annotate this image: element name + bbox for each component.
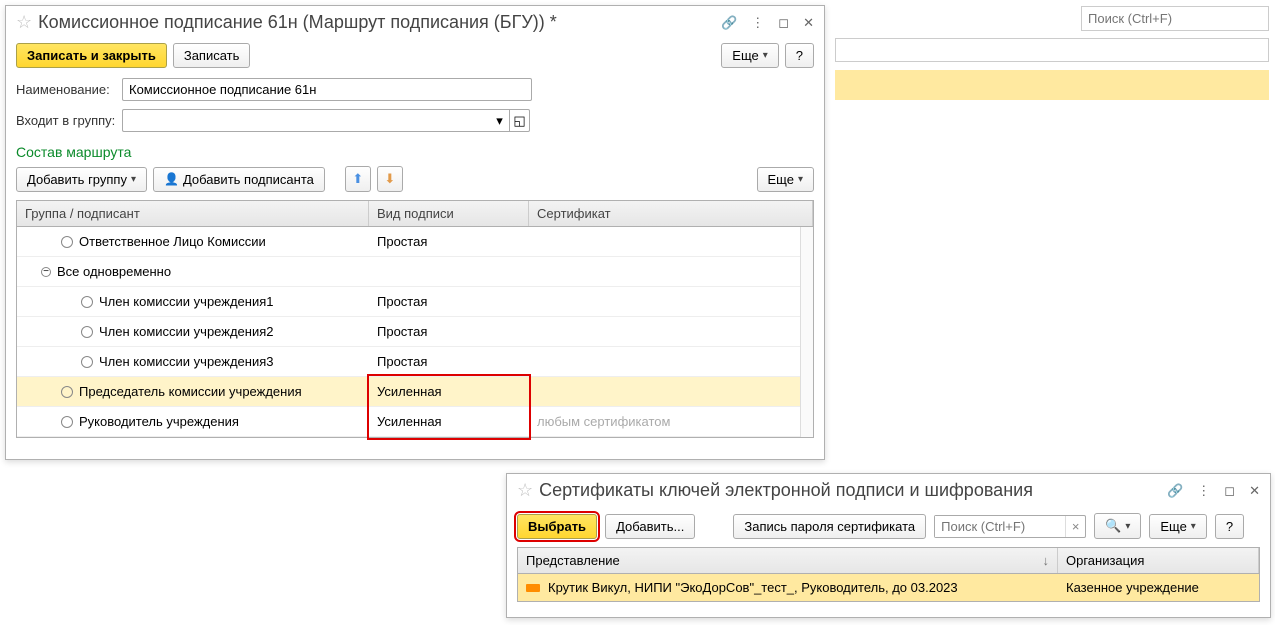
bg-toolbar	[835, 38, 1269, 62]
cert-help-button[interactable]: ?	[1215, 514, 1244, 539]
add-signer-label: Добавить подписанта	[183, 172, 314, 187]
grid-more-button[interactable]: Еще	[757, 167, 814, 192]
move-up-button[interactable]: ⬆	[345, 166, 371, 192]
close-icon[interactable]: ✕	[1249, 483, 1260, 499]
cert-header-org[interactable]: Организация	[1058, 548, 1259, 573]
more-button[interactable]: Еще	[721, 43, 778, 68]
table-row[interactable]: Ответственное Лицо Комиссии Простая	[17, 227, 813, 257]
window-title: Сертификаты ключей электронной подписи и…	[539, 480, 1167, 501]
route-section-title: Состав маршрута	[6, 136, 824, 162]
titlebar: ☆ Комиссионное подписание 61н (Маршрут п…	[6, 6, 824, 37]
link-icon[interactable]: 🔗	[721, 15, 737, 31]
signer-icon	[61, 416, 73, 428]
add-cert-button[interactable]: Добавить...	[605, 514, 695, 539]
save-and-close-button[interactable]: Записать и закрыть	[16, 43, 167, 68]
cert-header-repr-label: Представление	[526, 553, 620, 568]
name-input[interactable]	[122, 78, 532, 101]
maximize-icon[interactable]: ◻	[1224, 483, 1235, 499]
row-label: Член комиссии учреждения3	[99, 354, 273, 369]
group-combo[interactable]: ▾ ◱	[122, 109, 530, 132]
cert-text: любым сертификатом	[537, 414, 670, 429]
row-sign-type: Усиленная	[369, 414, 529, 429]
row-label: Член комиссии учреждения2	[99, 324, 273, 339]
grid-header-signer[interactable]: Группа / подписант	[17, 201, 369, 226]
group-label: Входит в группу:	[16, 113, 116, 128]
row-sign-type: Простая	[369, 294, 529, 309]
menu-icon[interactable]: ⋮	[1197, 483, 1210, 499]
route-signing-window: ☆ Комиссионное подписание 61н (Маршрут п…	[5, 5, 825, 460]
vertical-scrollbar[interactable]	[800, 227, 813, 437]
row-label: Все одновременно	[57, 264, 171, 279]
table-row[interactable]: Член комиссии учреждения1 Простая	[17, 287, 813, 317]
cert-row[interactable]: Крутик Викул, НИПИ "ЭкоДорСов"_тест_, Ру…	[517, 574, 1260, 602]
save-button[interactable]: Записать	[173, 43, 251, 68]
row-label: Руководитель учреждения	[79, 414, 239, 429]
maximize-icon[interactable]: ◻	[778, 15, 789, 31]
row-sign-type: Усиленная	[369, 384, 529, 399]
window-title: Комиссионное подписание 61н (Маршрут под…	[38, 12, 721, 33]
table-row[interactable]: −Все одновременно	[17, 257, 813, 287]
collapse-icon[interactable]: −	[41, 267, 51, 277]
group-input[interactable]	[122, 109, 490, 132]
add-group-button[interactable]: Добавить группу	[16, 167, 147, 192]
favorite-star-icon[interactable]: ☆	[16, 12, 32, 33]
row-sign-type: Простая	[369, 354, 529, 369]
cert-search[interactable]: ×	[934, 515, 1086, 538]
certificate-icon	[526, 584, 540, 592]
link-icon[interactable]: 🔗	[1167, 483, 1183, 499]
table-row[interactable]: Руководитель учреждения Усиленная любым се…	[17, 407, 813, 437]
clear-search-icon[interactable]: ×	[1065, 516, 1085, 537]
main-toolbar: Записать и закрыть Записать Еще ?	[6, 37, 824, 74]
signer-icon	[61, 386, 73, 398]
sort-asc-icon: ↓	[1043, 553, 1050, 568]
global-search-input[interactable]	[1081, 6, 1269, 31]
favorite-star-icon[interactable]: ☆	[517, 480, 533, 501]
cert-repr: Крутик Викул, НИПИ "ЭкоДорСов"_тест_, Ру…	[548, 580, 958, 595]
password-record-button[interactable]: Запись пароля сертификата	[733, 514, 926, 539]
user-icon: 👤	[164, 172, 179, 186]
open-button-icon[interactable]: ◱	[510, 109, 530, 132]
cert-search-input[interactable]	[935, 516, 1065, 537]
table-row[interactable]: Член комиссии учреждения2 Простая	[17, 317, 813, 347]
table-row[interactable]: Председатель комиссии учреждения Усиленна…	[17, 377, 813, 407]
table-row[interactable]: Член комиссии учреждения3 Простая	[17, 347, 813, 377]
help-button[interactable]: ?	[785, 43, 814, 68]
close-icon[interactable]: ✕	[803, 15, 814, 31]
cert-more-button[interactable]: Еще	[1149, 514, 1206, 539]
signer-icon	[81, 326, 93, 338]
row-cert: любым сертификатом	[529, 414, 813, 429]
grid-header-sign-type[interactable]: Вид подписи	[369, 201, 529, 226]
cert-org: Казенное учреждение	[1066, 580, 1199, 595]
global-search[interactable]	[1081, 6, 1269, 31]
bg-highlight-strip	[835, 70, 1269, 100]
menu-icon[interactable]: ⋮	[751, 15, 764, 31]
move-down-button[interactable]: ⬇	[377, 166, 403, 192]
search-dropdown-button[interactable]: 🔍	[1094, 513, 1141, 539]
add-signer-button[interactable]: 👤 Добавить подписанта	[153, 167, 325, 192]
titlebar: ☆ Сертификаты ключей электронной подписи…	[507, 474, 1270, 505]
row-sign-type: Простая	[369, 234, 529, 249]
certificates-window: ☆ Сертификаты ключей электронной подписи…	[506, 473, 1271, 618]
row-label: Член комиссии учреждения1	[99, 294, 273, 309]
signer-icon	[61, 236, 73, 248]
select-button[interactable]: Выбрать	[517, 514, 597, 539]
grid-header-cert[interactable]: Сертификат	[529, 201, 813, 226]
row-label: Ответственное Лицо Комиссии	[79, 234, 266, 249]
signer-icon	[81, 356, 93, 368]
row-label: Председатель комиссии учреждения	[79, 384, 302, 399]
name-label: Наименование:	[16, 82, 116, 97]
route-grid: Группа / подписант Вид подписи Сертифика…	[16, 200, 814, 438]
chevron-down-icon[interactable]: ▾	[490, 109, 510, 132]
cert-header-repr[interactable]: Представление ↓	[518, 548, 1058, 573]
signer-icon	[81, 296, 93, 308]
row-sign-type: Простая	[369, 324, 529, 339]
